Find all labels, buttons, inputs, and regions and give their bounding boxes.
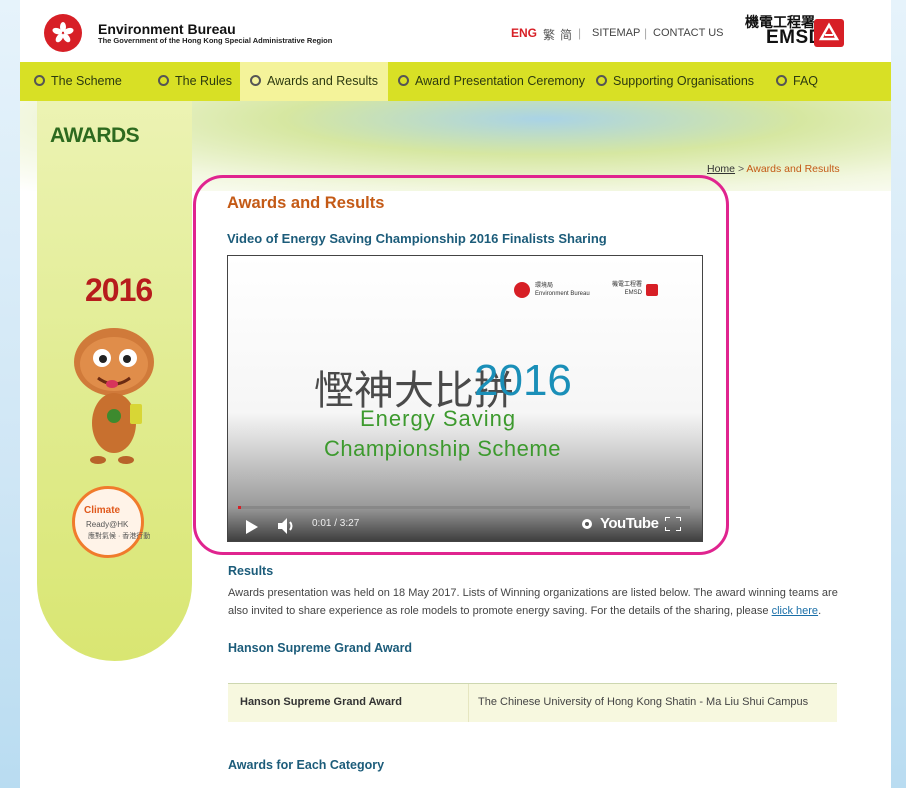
nav-bullet-icon: [596, 75, 607, 86]
nav-item-award-presentation-ceremony[interactable]: Award Presentation Ceremony: [398, 62, 585, 101]
grand-award-table: Hanson Supreme Grand Award The Chinese U…: [228, 683, 837, 722]
bureau-subtitle: The Government of the Hong Kong Special …: [98, 36, 333, 45]
header-separator: |: [644, 26, 648, 40]
hksar-emblem-icon[interactable]: [44, 14, 82, 52]
lang-traditional-chinese-link[interactable]: 繁: [543, 26, 555, 43]
page: Environment Bureau The Government of the…: [20, 0, 891, 788]
header-separator: |: [578, 26, 582, 40]
category-awards-heading: Awards for Each Category: [228, 758, 385, 772]
breadcrumb-separator: >: [737, 163, 745, 175]
climate-logo-text: 應對氣候 · 香港行動: [88, 533, 151, 540]
bureau-name[interactable]: Environment Bureau: [98, 21, 236, 37]
site-header: Environment Bureau The Government of the…: [20, 0, 891, 62]
climate-logo-text: Climate: [84, 505, 121, 516]
results-heading: Results: [228, 564, 274, 578]
sidebar-year: 2016: [85, 272, 153, 308]
main-nav: The Scheme The Rules Awards and Results …: [20, 62, 891, 101]
mascot-illustration: [74, 328, 154, 464]
nav-bullet-icon: [776, 75, 787, 86]
nav-bullet-icon: [34, 75, 45, 86]
lang-english-link[interactable]: ENG: [511, 26, 537, 40]
nav-bullet-icon: [250, 75, 261, 86]
highlight-annotation: [193, 175, 729, 555]
nav-item-label: Award Presentation Ceremony: [415, 74, 585, 88]
grand-award-heading: Hanson Supreme Grand Award: [228, 641, 413, 655]
nav-item-supporting-organisations[interactable]: Supporting Organisations: [596, 62, 754, 101]
results-paragraph: Awards presentation was held on 18 May 2…: [228, 587, 838, 617]
click-here-link[interactable]: click here: [772, 605, 818, 617]
award-name-cell: Hanson Supreme Grand Award: [240, 696, 402, 708]
emsd-logo-icon[interactable]: [814, 19, 844, 47]
climate-logo-text: Ready@HK: [86, 520, 129, 529]
nav-item-the-rules[interactable]: The Rules: [158, 62, 232, 101]
nav-item-label: The Rules: [175, 74, 232, 88]
contact-us-link[interactable]: CONTACT US: [653, 27, 724, 39]
lang-simplified-chinese-link[interactable]: 简: [560, 26, 572, 43]
breadcrumb-home-link[interactable]: Home: [707, 163, 735, 175]
table-divider: [468, 684, 469, 722]
nav-item-label: Supporting Organisations: [613, 74, 755, 88]
nav-item-awards-and-results[interactable]: Awards and Results: [240, 62, 388, 101]
nav-item-the-scheme[interactable]: The Scheme: [34, 62, 122, 101]
nav-item-label: Awards and Results: [267, 74, 378, 88]
breadcrumb-current: Awards and Results: [746, 163, 840, 175]
sidebar-title: AWARDS: [50, 124, 140, 147]
breadcrumb: Home > Awards and Results: [707, 163, 840, 175]
nav-item-faq[interactable]: FAQ: [776, 62, 818, 101]
nav-bullet-icon: [158, 75, 169, 86]
nav-bullet-icon: [398, 75, 409, 86]
sitemap-link[interactable]: SITEMAP: [592, 27, 640, 39]
award-winner-cell: The Chinese University of Hong Kong Shat…: [478, 696, 809, 708]
nav-item-label: FAQ: [793, 74, 819, 88]
nav-item-label: The Scheme: [51, 74, 122, 88]
